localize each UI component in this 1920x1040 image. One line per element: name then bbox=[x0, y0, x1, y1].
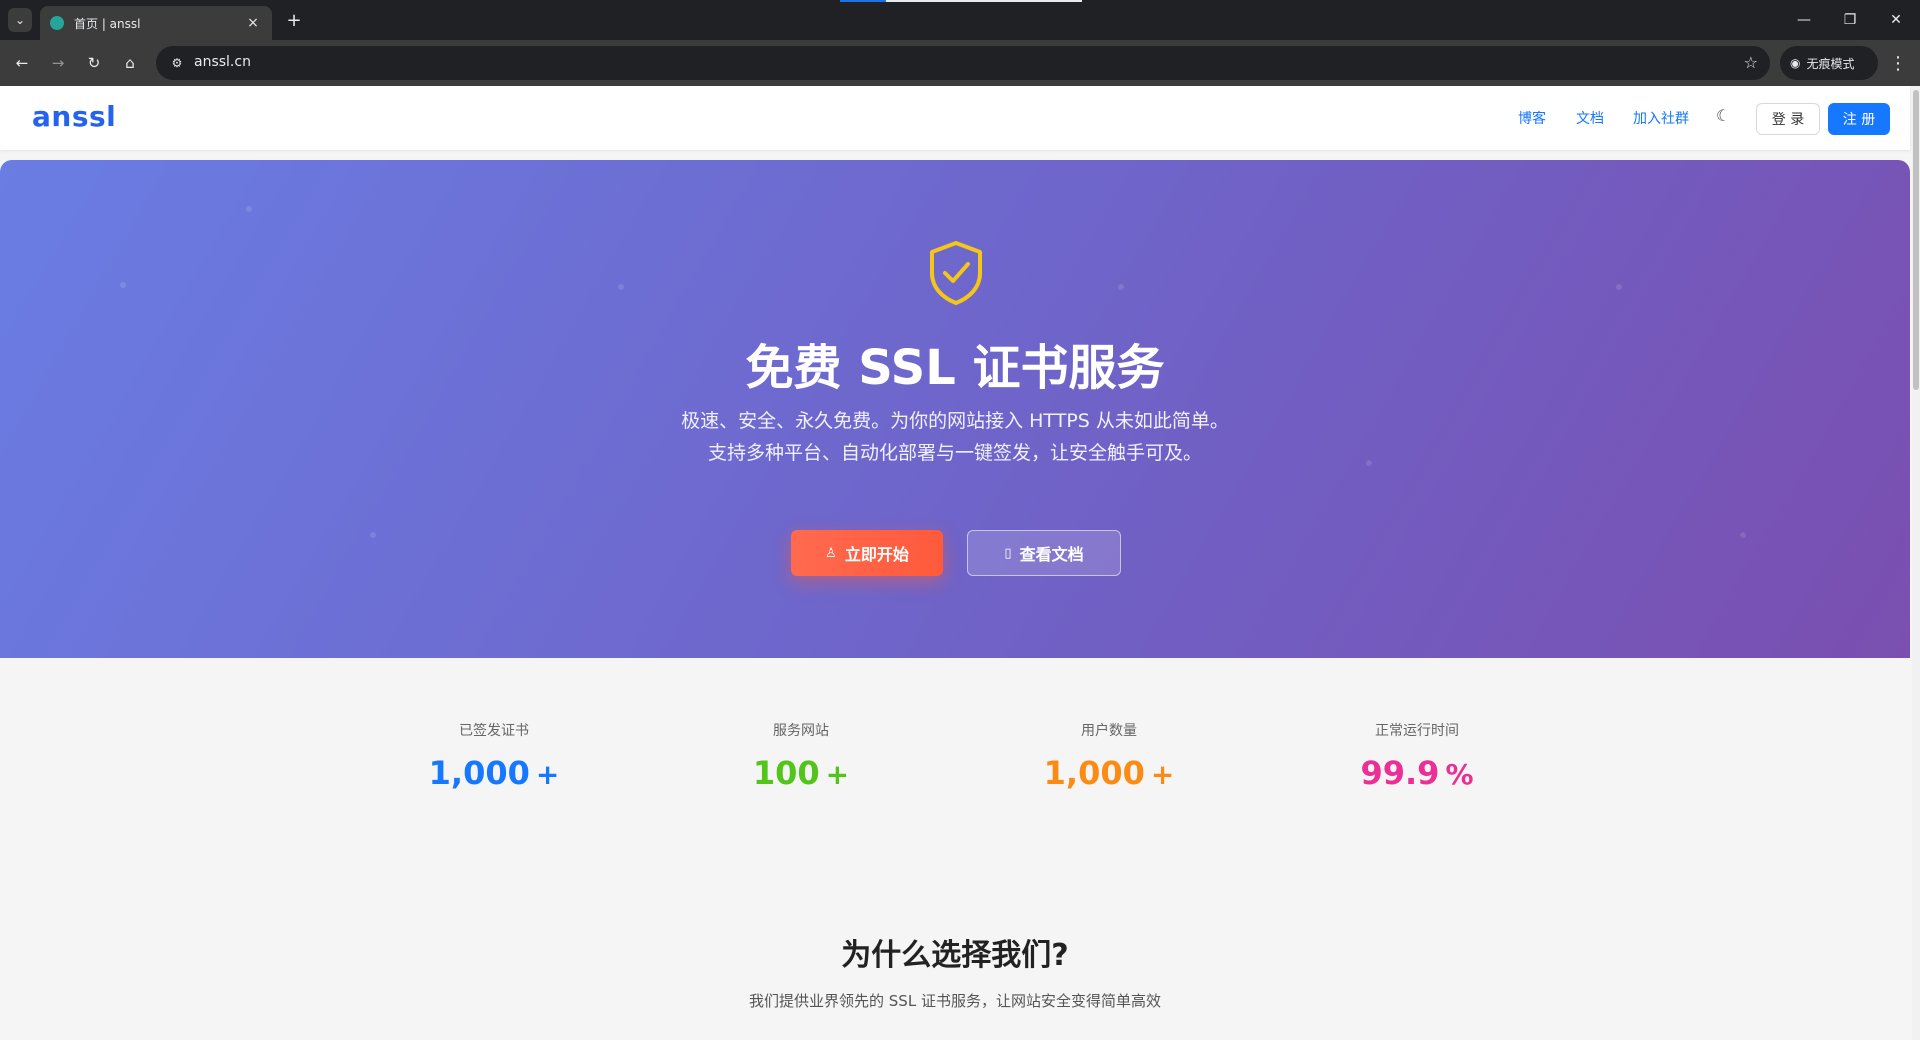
hero-title: 免费 SSL 证书服务 bbox=[745, 340, 1165, 396]
stat-value: 100 + bbox=[671, 754, 931, 792]
reload-icon[interactable]: ↻ bbox=[82, 51, 106, 75]
stat-label: 已签发证书 bbox=[459, 723, 529, 739]
why-choose-us-title: 为什么选择我们? bbox=[841, 938, 1069, 973]
hero-subtitle-line1: 极速、安全、永久免费。为你的网站接入 HTTPS 从未如此简单。 bbox=[681, 410, 1229, 432]
stat-certificates: 已签发证书 1,000 + bbox=[364, 720, 624, 792]
page-scrollbar[interactable] bbox=[1912, 86, 1920, 1040]
why-choose-us-subtitle: 我们提供业界领先的 SSL 证书服务，让网站安全变得简单高效 bbox=[749, 992, 1161, 1010]
restore-icon[interactable]: ❐ bbox=[1836, 8, 1864, 32]
nav-docs[interactable]: 文档 bbox=[1576, 108, 1604, 128]
address-url[interactable]: anssl.cn bbox=[194, 54, 251, 70]
scrollbar-thumb[interactable] bbox=[1913, 90, 1919, 390]
minimize-icon[interactable]: — bbox=[1790, 8, 1818, 32]
stat-label: 正常运行时间 bbox=[1375, 723, 1459, 739]
forward-icon[interactable]: → bbox=[46, 51, 70, 75]
incognito-badge[interactable]: ◉ 无痕模式 bbox=[1780, 46, 1878, 80]
hero-subtitle-line2: 支持多种平台、自动化部署与一键签发，让安全触手可及。 bbox=[707, 442, 1202, 464]
hero-decor-dot bbox=[618, 284, 624, 290]
hero-section: 免费 SSL 证书服务 极速、安全、永久免费。为你的网站接入 HTTPS 从未如… bbox=[0, 160, 1910, 658]
tab-title: 首页 | anssl bbox=[74, 16, 141, 31]
site-favicon-icon bbox=[50, 16, 64, 30]
shield-check-icon bbox=[930, 241, 982, 305]
tab-loading-bar bbox=[840, 0, 1082, 2]
hero-decor-dot bbox=[1740, 532, 1746, 538]
site-info-icon[interactable]: ⚙ bbox=[168, 54, 186, 72]
stat-label: 服务网站 bbox=[773, 723, 829, 739]
site-logo[interactable]: anssl bbox=[32, 100, 116, 133]
hero-decor-dot bbox=[246, 206, 252, 212]
dark-mode-moon-icon[interactable]: ☾ bbox=[1716, 106, 1730, 125]
view-docs-button[interactable]: ▯ 查看文档 bbox=[967, 530, 1121, 576]
stat-label: 用户数量 bbox=[1081, 723, 1137, 739]
stat-suffix: + bbox=[825, 758, 850, 791]
tab-close-icon[interactable]: × bbox=[244, 15, 262, 31]
browser-tab[interactable]: 首页 | anssl × bbox=[40, 6, 272, 40]
browser-tabbar: ⌄ 首页 | anssl × + — ❐ ✕ bbox=[0, 0, 1920, 40]
stat-suffix: + bbox=[535, 758, 560, 791]
stat-number: 99.9 bbox=[1360, 754, 1440, 792]
nav-blog[interactable]: 博客 bbox=[1518, 108, 1546, 128]
nav-community[interactable]: 加入社群 bbox=[1633, 108, 1689, 128]
home-icon[interactable]: ⌂ bbox=[118, 51, 142, 75]
document-icon: ▯ bbox=[1004, 545, 1012, 561]
stat-value: 1,000 + bbox=[979, 754, 1239, 792]
stat-suffix: % bbox=[1445, 758, 1474, 791]
stat-value: 99.9% bbox=[1287, 754, 1547, 792]
hero-decor-dot bbox=[120, 282, 126, 288]
stat-uptime: 正常运行时间 99.9% bbox=[1287, 720, 1547, 792]
address-bar[interactable]: ⚙ anssl.cn ☆ bbox=[156, 46, 1770, 80]
hero-decor-dot bbox=[370, 532, 376, 538]
view-docs-label: 查看文档 bbox=[1019, 545, 1084, 564]
login-button[interactable]: 登 录 bbox=[1756, 103, 1820, 135]
site-header: anssl 博客 文档 加入社群 ☾ 登 录 注 册 bbox=[0, 86, 1910, 150]
stat-number: 100 bbox=[752, 754, 820, 792]
bookmark-star-icon[interactable]: ☆ bbox=[1744, 53, 1758, 72]
stat-websites: 服务网站 100 + bbox=[671, 720, 931, 792]
get-started-button[interactable]: ♙ 立即开始 bbox=[791, 530, 943, 576]
rocket-icon: ♙ bbox=[825, 545, 837, 561]
stat-number: 1,000 bbox=[1043, 754, 1145, 792]
browser-menu-icon[interactable]: ⋮ bbox=[1886, 51, 1910, 75]
back-icon[interactable]: ← bbox=[10, 51, 34, 75]
stat-suffix: + bbox=[1150, 758, 1175, 791]
get-started-label: 立即开始 bbox=[844, 545, 909, 564]
page-viewport: anssl 博客 文档 加入社群 ☾ 登 录 注 册 免费 SSL 证书服务 极… bbox=[0, 86, 1920, 1040]
stat-value: 1,000 + bbox=[364, 754, 624, 792]
incognito-icon: ◉ bbox=[1790, 56, 1801, 70]
incognito-label: 无痕模式 bbox=[1806, 56, 1855, 71]
stat-number: 1,000 bbox=[428, 754, 530, 792]
browser-toolbar: ← → ↻ ⌂ ⚙ anssl.cn ☆ ◉ 无痕模式 ⋮ bbox=[0, 40, 1920, 86]
hero-decor-dot bbox=[1616, 284, 1622, 290]
tab-search-icon[interactable]: ⌄ bbox=[8, 8, 32, 32]
hero-decor-dot bbox=[1118, 284, 1124, 290]
register-button[interactable]: 注 册 bbox=[1828, 103, 1890, 135]
stat-users: 用户数量 1,000 + bbox=[979, 720, 1239, 792]
new-tab-icon[interactable]: + bbox=[282, 8, 306, 32]
window-close-icon[interactable]: ✕ bbox=[1882, 8, 1910, 32]
